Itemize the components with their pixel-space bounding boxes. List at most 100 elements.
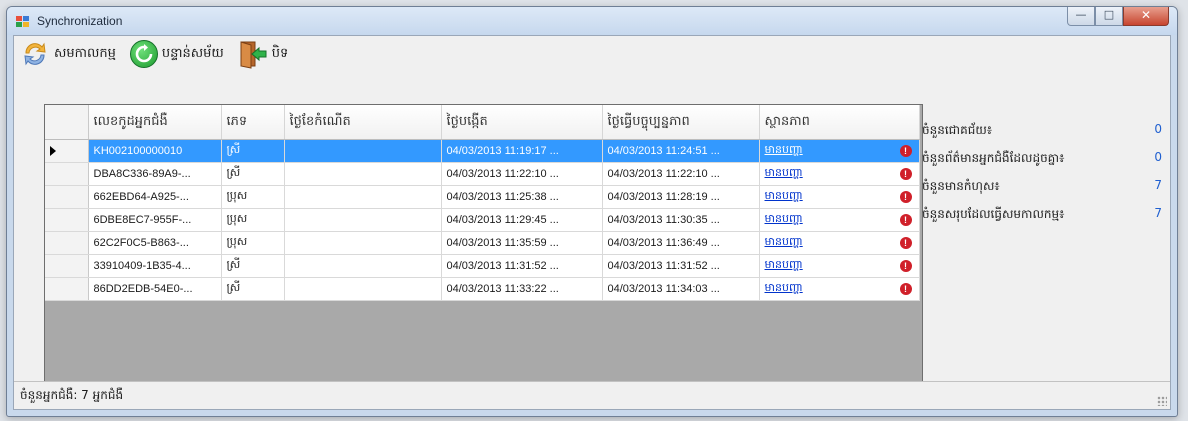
error-icon: ! <box>899 145 912 157</box>
stat-duplicate-value: 0 <box>1154 150 1162 164</box>
table-row[interactable]: KH002100000010 ស្រី 04/03/2013 11:19:17 ..… <box>45 139 920 163</box>
cell-status[interactable]: មានបញ្ហា! <box>759 162 920 186</box>
table-row[interactable]: 6DBE8EC7-955F-... ប្រុស 04/03/2013 11:29:4… <box>45 208 920 232</box>
column-header-updated-date[interactable]: ថ្ងៃធ្វើបច្ចុប្បន្នភាព <box>602 105 760 140</box>
cell-sex[interactable]: ប្រុស <box>221 185 285 209</box>
grid-corner <box>45 105 89 140</box>
cell-created-date[interactable]: 04/03/2013 11:29:45 ... <box>441 208 603 232</box>
column-header-birth-date[interactable]: ថ្ងៃខែកំណើត <box>284 105 442 140</box>
row-header[interactable] <box>45 185 89 209</box>
status-link[interactable]: មានបញ្ហា <box>765 143 803 156</box>
patient-count-label: ចំនួនអ្នកជំងឺ: 7 អ្នកជំងឺ <box>20 388 124 402</box>
cell-updated-date[interactable]: 04/03/2013 11:28:19 ... <box>602 185 760 209</box>
status-link[interactable]: មានបញ្ហា <box>765 212 803 225</box>
cell-updated-date[interactable]: 04/03/2013 11:31:52 ... <box>602 254 760 278</box>
cell-status[interactable]: មានបញ្ហា! <box>759 139 920 163</box>
cell-patient-code[interactable]: 62C2F0C5-B863-... <box>88 231 222 255</box>
stat-duplicate: ចំនួនព័ត៌មានអ្នកជំងឺដែលដូចគ្នា៖ 0 <box>922 150 1162 172</box>
cell-birth-date[interactable] <box>284 162 442 186</box>
status-link[interactable]: មានបញ្ហា <box>765 258 803 271</box>
cell-status[interactable]: មានបញ្ហា! <box>759 185 920 209</box>
title-bar[interactable]: Synchronization — □ ✕ <box>7 7 1177 35</box>
table-row[interactable]: DBA8C336-89A9-... ស្រី 04/03/2013 11:22:10… <box>45 162 920 186</box>
cell-sex[interactable]: ប្រុស <box>221 208 285 232</box>
stat-total-value: 7 <box>1154 206 1162 220</box>
cell-status[interactable]: មានបញ្ហា! <box>759 254 920 278</box>
close-button[interactable]: បិទ <box>230 38 289 70</box>
sync-icon <box>24 42 46 66</box>
table-row[interactable]: 33910409-1B35-4... ស្រី 04/03/2013 11:31:5… <box>45 254 920 278</box>
status-link[interactable]: មានបញ្ហា <box>765 235 803 248</box>
resize-grip-icon[interactable] <box>1157 396 1167 406</box>
row-header[interactable] <box>45 277 89 301</box>
stat-total: ចំនួនសរុបដែលធ្វើសមកាលកម្ម៖ 7 <box>922 206 1162 228</box>
sync-button[interactable]: សមកាលកម្ម <box>20 38 116 70</box>
cell-created-date[interactable]: 04/03/2013 11:33:22 ... <box>441 277 603 301</box>
row-header[interactable] <box>45 208 89 232</box>
status-link[interactable]: មានបញ្ហា <box>765 281 803 294</box>
column-header-created-date[interactable]: ថ្ងៃបង្កើត <box>441 105 603 140</box>
cell-birth-date[interactable] <box>284 185 442 209</box>
cell-birth-date[interactable] <box>284 139 442 163</box>
status-link[interactable]: មានបញ្ហា <box>765 166 803 179</box>
cell-patient-code[interactable]: 86DD2EDB-54E0-... <box>88 277 222 301</box>
cell-patient-code[interactable]: KH002100000010 <box>88 139 222 163</box>
cell-created-date[interactable]: 04/03/2013 11:19:17 ... <box>441 139 603 163</box>
cell-sex[interactable]: ស្រី <box>221 277 285 301</box>
cell-sex[interactable]: ប្រុស <box>221 231 285 255</box>
minimize-icon: — <box>1075 8 1087 21</box>
row-header[interactable] <box>45 139 89 163</box>
patients-grid[interactable]: លេខកូដអ្នកជំងឺ ភេទ ថ្ងៃខែកំណើត ថ្ងៃបង្កើ… <box>44 104 923 409</box>
cell-patient-code[interactable]: 6DBE8EC7-955F-... <box>88 208 222 232</box>
toolbar: សមកាលកម្ម បន្ទាន់សម័យ បិទ <box>14 36 1170 72</box>
cell-status[interactable]: មានបញ្ហា! <box>759 208 920 232</box>
table-row[interactable]: 62C2F0C5-B863-... ប្រុស 04/03/2013 11:35:5… <box>45 231 920 255</box>
stat-total-label: ចំនួនសរុបដែលធ្វើសមកាលកម្ម៖ <box>922 207 1065 221</box>
error-icon: ! <box>899 283 912 295</box>
cell-created-date[interactable]: 04/03/2013 11:22:10 ... <box>441 162 603 186</box>
refresh-button[interactable]: បន្ទាន់សម័យ <box>122 38 224 70</box>
cell-patient-code[interactable]: DBA8C336-89A9-... <box>88 162 222 186</box>
cell-created-date[interactable]: 04/03/2013 11:25:38 ... <box>441 185 603 209</box>
cell-patient-code[interactable]: 33910409-1B35-4... <box>88 254 222 278</box>
cell-sex[interactable]: ស្រី <box>221 139 285 163</box>
cell-birth-date[interactable] <box>284 254 442 278</box>
cell-birth-date[interactable] <box>284 208 442 232</box>
cell-updated-date[interactable]: 04/03/2013 11:24:51 ... <box>602 139 760 163</box>
cell-patient-code[interactable]: 662EBD64-A925-... <box>88 185 222 209</box>
stat-error-value: 7 <box>1154 178 1162 192</box>
cell-sex[interactable]: ស្រី <box>221 162 285 186</box>
column-header-patient-code[interactable]: លេខកូដអ្នកជំងឺ <box>88 105 222 140</box>
table-row[interactable]: 86DD2EDB-54E0-... ស្រី 04/03/2013 11:33:22… <box>45 277 920 301</box>
status-link[interactable]: មានបញ្ហា <box>765 189 803 202</box>
cell-status[interactable]: មានបញ្ហា! <box>759 277 920 301</box>
cell-birth-date[interactable] <box>284 277 442 301</box>
stat-success: ចំនួនជោគជ័យ៖ 0 <box>922 122 1162 144</box>
current-row-arrow-icon <box>50 146 56 156</box>
close-label: បិទ <box>271 45 289 61</box>
minimize-button[interactable]: — <box>1067 7 1095 26</box>
cell-created-date[interactable]: 04/03/2013 11:35:59 ... <box>441 231 603 255</box>
cell-updated-date[interactable]: 04/03/2013 11:22:10 ... <box>602 162 760 186</box>
row-header[interactable] <box>45 231 89 255</box>
close-window-button[interactable]: ✕ <box>1123 7 1169 26</box>
cell-sex[interactable]: ស្រី <box>221 254 285 278</box>
table-row[interactable]: 662EBD64-A925-... ប្រុស 04/03/2013 11:25:3… <box>45 185 920 209</box>
cell-updated-date[interactable]: 04/03/2013 11:34:03 ... <box>602 277 760 301</box>
cell-updated-date[interactable]: 04/03/2013 11:30:35 ... <box>602 208 760 232</box>
row-header[interactable] <box>45 254 89 278</box>
error-icon: ! <box>899 237 912 249</box>
grid-header-row: លេខកូដអ្នកជំងឺ ភេទ ថ្ងៃខែកំណើត ថ្ងៃបង្កើ… <box>45 105 920 140</box>
stat-duplicate-label: ចំនួនព័ត៌មានអ្នកជំងឺដែលដូចគ្នា៖ <box>922 151 1065 165</box>
row-header[interactable] <box>45 162 89 186</box>
cell-updated-date[interactable]: 04/03/2013 11:36:49 ... <box>602 231 760 255</box>
column-header-sex[interactable]: ភេទ <box>221 105 285 140</box>
client-area: សមកាលកម្ម បន្ទាន់សម័យ បិទ លេខកូដអ្នកជំងឺ… <box>13 35 1171 410</box>
cell-birth-date[interactable] <box>284 231 442 255</box>
error-icon: ! <box>899 191 912 203</box>
close-icon: ✕ <box>1140 8 1152 22</box>
cell-created-date[interactable]: 04/03/2013 11:31:52 ... <box>441 254 603 278</box>
column-header-status[interactable]: ស្ថានភាព <box>759 105 920 140</box>
cell-status[interactable]: មានបញ្ហា! <box>759 231 920 255</box>
maximize-button[interactable]: □ <box>1095 7 1123 26</box>
